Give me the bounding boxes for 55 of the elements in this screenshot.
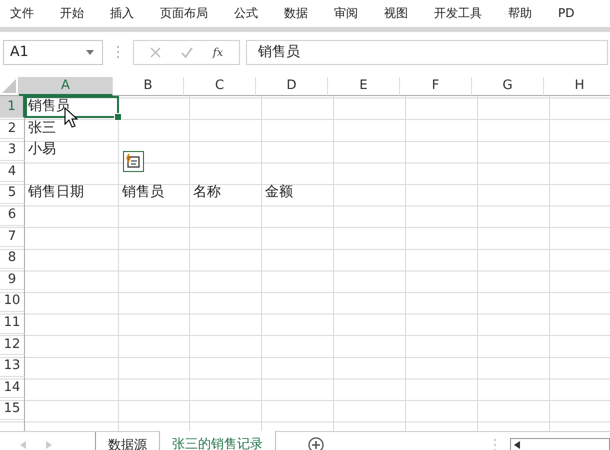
menu-item[interactable]: 文件 [10, 4, 34, 22]
column-header[interactable]: F [400, 77, 472, 96]
menu-item[interactable]: 开发工具 [434, 4, 482, 22]
cancel-icon[interactable] [150, 46, 161, 58]
menu-item[interactable]: 数据 [284, 4, 308, 22]
row-header[interactable]: 9 [0, 268, 25, 290]
scroll-left-icon[interactable] [514, 441, 520, 449]
column-header[interactable]: H [544, 77, 610, 96]
column-header[interactable]: C [184, 77, 256, 96]
row-header[interactable]: 4 [0, 160, 25, 182]
column-header[interactable]: B [113, 77, 184, 96]
horizontal-scrollbar[interactable] [510, 438, 610, 450]
menu-item[interactable]: 页面布局 [160, 4, 208, 22]
row-header[interactable]: 12 [0, 334, 25, 356]
row-header[interactable]: 3 [0, 139, 25, 161]
row-header[interactable]: 2 [0, 118, 25, 140]
add-sheet-icon[interactable] [308, 437, 324, 450]
row-header[interactable]: 6 [0, 204, 25, 226]
row-header[interactable]: 15 [0, 398, 25, 420]
checkmark-icon[interactable] [180, 46, 193, 58]
fill-handle[interactable] [114, 112, 122, 121]
menu-item[interactable]: PD [558, 6, 574, 20]
row-header[interactable]: 10 [0, 290, 25, 312]
menu-item[interactable]: 帮助 [508, 4, 532, 22]
caret-icon [86, 50, 94, 54]
row-header[interactable]: 14 [0, 376, 25, 398]
table-cell[interactable]: 张三 [25, 118, 119, 140]
paste-options-icon[interactable] [123, 151, 144, 172]
table-cell[interactable]: 销售员 [119, 182, 190, 204]
column-header[interactable]: G [472, 77, 544, 96]
row-header[interactable]: 1 [0, 96, 25, 118]
insert-function-button[interactable]: fx [212, 46, 224, 58]
name-box[interactable]: A1 [3, 40, 103, 64]
formula-field[interactable]: 销售员 [246, 40, 608, 64]
table-cell[interactable]: 名称 [190, 182, 262, 204]
menu-item[interactable]: 公式 [234, 4, 258, 22]
row-header[interactable]: 5 [0, 182, 25, 204]
menu-item[interactable]: 开始 [60, 4, 84, 22]
menu-item[interactable]: 插入 [110, 4, 134, 22]
menu-item[interactable]: 审阅 [334, 4, 358, 22]
column-header[interactable]: E [328, 77, 400, 96]
table-cell[interactable]: 销售日期 [25, 182, 119, 204]
row-header[interactable]: 13 [0, 355, 25, 377]
row-header[interactable]: 8 [0, 247, 25, 269]
menu-item[interactable]: 视图 [384, 4, 408, 22]
drag-handle-icon [494, 439, 496, 450]
column-header[interactable]: D [256, 77, 328, 96]
column-header[interactable]: A [19, 77, 113, 96]
scroll-right-icon[interactable] [46, 441, 52, 449]
sheet-tab[interactable]: 张三的销售记录 [160, 431, 276, 450]
row-header[interactable]: 11 [0, 312, 25, 334]
row-header[interactable]: 7 [0, 226, 25, 248]
table-cell[interactable]: 金额 [262, 182, 334, 204]
drag-handle-icon [117, 46, 119, 58]
table-cell[interactable]: 小易 [25, 139, 119, 161]
